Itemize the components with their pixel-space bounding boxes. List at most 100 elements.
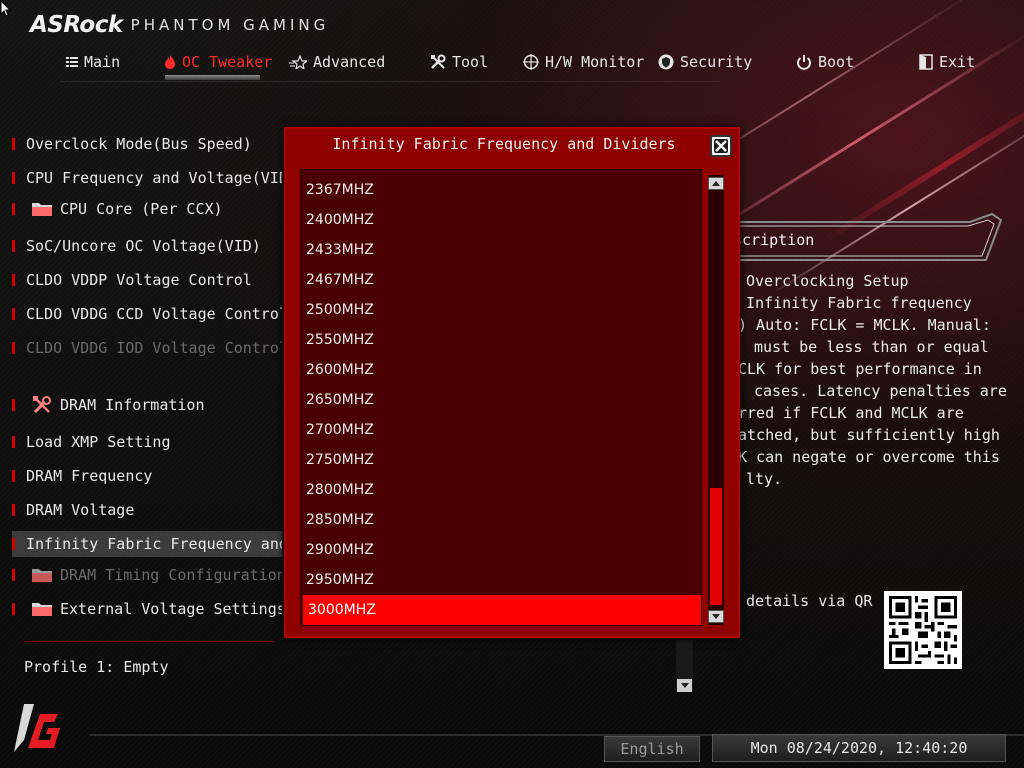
tab-oc-tweaker-label: OC Tweaker [182,53,273,71]
tab-hw-monitor[interactable]: H/W Monitor [523,51,644,73]
frequency-option[interactable]: 2500MHZ [301,295,701,325]
frequency-option[interactable]: 2600MHZ [301,355,701,385]
dialog-scrollbar[interactable] [708,175,724,625]
crosshair-icon [523,54,539,70]
tab-security[interactable]: Security [658,51,752,73]
option-marker [12,603,15,615]
chevron-down-icon [712,614,720,619]
frequency-option[interactable]: 2950MHZ [301,565,701,595]
tab-main-label: Main [84,53,121,71]
frequency-option[interactable]: 2750MHZ [301,445,701,475]
scroll-down-button[interactable] [708,610,724,623]
option-marker [12,538,15,550]
description-line: Infinity Fabric frequency [746,294,972,312]
option-overclock-mode[interactable]: Overclock Mode(Bus Speed) [12,131,282,157]
option-external-voltage-settings[interactable]: External Voltage Settings and [12,596,282,622]
option-label: External Voltage Settings and [60,600,282,618]
frequency-option[interactable]: 2400MHZ [301,205,701,235]
frequency-option-selected[interactable]: 3000MHZ [303,595,701,625]
option-label: DRAM Information [60,396,205,414]
option-cpu-core-per-ccx[interactable]: CPU Core (Per CCX) [12,196,282,222]
menu-divider [60,81,720,82]
tab-boot-label: Boot [818,53,855,71]
left-divider [24,641,274,642]
option-soc-uncore-oc-voltage[interactable]: SoC/Uncore OC Voltage(VID) [12,233,282,259]
flame-icon [165,55,175,69]
tools-icon [33,396,51,414]
option-label: Load XMP Setting [26,433,171,451]
option-label: DRAM Frequency [26,467,153,485]
option-marker [12,399,15,411]
option-label: CPU Core (Per CCX) [60,200,223,218]
scroll-up-button[interactable] [708,177,724,190]
tab-boot[interactable]: Boot [796,51,854,73]
tab-exit-label: Exit [939,53,976,71]
option-dram-voltage[interactable]: DRAM Voltage [12,497,282,523]
frequency-list: 2367MHZ 2400MHZ 2433MHZ 2467MHZ 2500MHZ … [300,169,702,626]
option-label: CPU Frequency and Voltage(VID) Ch [26,169,282,187]
frequency-option[interactable]: 2650MHZ [301,385,701,415]
main-scrollbar[interactable] [676,640,693,692]
qr-code [884,591,962,669]
option-marker [12,172,15,184]
mouse-cursor-icon [0,0,12,17]
option-label: CLDO VDDP Voltage Control [26,271,252,289]
frequency-option[interactable]: 2433MHZ [301,235,701,265]
tab-main[interactable]: Main [66,51,120,73]
option-marker [12,203,15,215]
profile-status: Profile 1: Empty [24,658,169,676]
option-label: Overclock Mode(Bus Speed) [26,135,252,153]
description-line: rred if FCLK and MCLK are [738,404,964,422]
power-icon [797,55,811,70]
chevron-down-icon [680,683,689,688]
tab-tool[interactable]: Tool [430,51,488,73]
option-dram-information[interactable]: DRAM Information [12,392,282,418]
option-infinity-fabric-frequency[interactable]: Infinity Fabric Frequency and Di [12,531,282,557]
scroll-down-button[interactable] [677,679,692,692]
chevron-up-icon [712,181,720,186]
option-marker [12,240,15,252]
option-cpu-frequency-voltage[interactable]: CPU Frequency and Voltage(VID) Ch [12,165,282,191]
description-line: CLK for best performance in [738,360,982,378]
tab-security-label: Security [680,53,753,71]
language-selector[interactable]: English [604,736,700,762]
option-cldo-vddg-ccd[interactable]: CLDO VDDG CCD Voltage Control [12,301,282,327]
option-cldo-vddg-iod: CLDO VDDG IOD Voltage Control [12,335,282,361]
tab-advanced[interactable]: Advanced [289,51,385,73]
option-marker [12,470,15,482]
close-icon [715,140,727,152]
tab-oc-tweaker[interactable]: OC Tweaker [164,51,272,73]
description-line: atched, but sufficiently high [738,426,1000,444]
frequency-option[interactable]: 2900MHZ [301,535,701,565]
scrollbar-thumb[interactable] [710,488,722,605]
frequency-option[interactable]: 2850MHZ [301,505,701,535]
tab-hw-monitor-label: H/W Monitor [545,53,645,71]
option-label: Infinity Fabric Frequency and Di [26,535,282,553]
frequency-option[interactable]: 2700MHZ [301,415,701,445]
tab-advanced-label: Advanced [313,53,386,71]
tab-exit[interactable]: Exit [919,51,975,73]
option-cldo-vddp[interactable]: CLDO VDDP Voltage Control [12,267,282,293]
option-marker [12,436,15,448]
shield-icon [658,54,674,70]
dialog-title: Infinity Fabric Frequency and Dividers [332,135,676,153]
frequency-option[interactable]: 2800MHZ [301,475,701,505]
frequency-option[interactable]: 2467MHZ [301,265,701,295]
option-load-xmp-setting[interactable]: Load XMP Setting [12,429,282,455]
tools-icon [431,54,446,69]
description-line: Overclocking Setup [746,272,909,290]
tab-tool-label: Tool [452,53,489,71]
description-line: cases. Latency penalties are [754,382,1007,400]
frequency-option[interactable]: 2550MHZ [301,325,701,355]
option-dram-frequency[interactable]: DRAM Frequency [12,463,282,489]
description-line: ) Auto: FCLK = MCLK. Manual: [738,316,991,334]
description-line: lty. [746,470,783,488]
option-marker [12,274,15,286]
frequency-option[interactable]: 2367MHZ [301,175,701,205]
close-button[interactable] [710,135,732,157]
list-icon [66,57,78,67]
option-marker [12,569,15,581]
phantom-gaming-logo-icon [14,704,60,752]
star-icon [289,55,307,69]
description-title: scription [733,231,815,249]
